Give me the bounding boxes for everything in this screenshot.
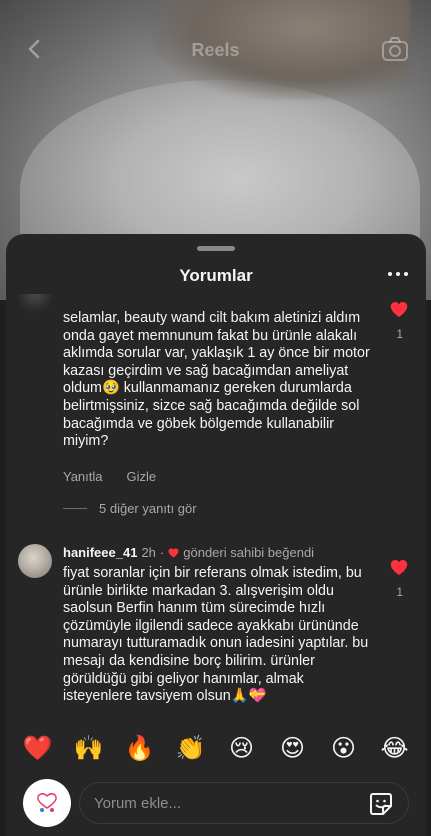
avatar[interactable] bbox=[18, 294, 52, 314]
camera-icon[interactable] bbox=[381, 36, 409, 62]
heart-filled-icon[interactable] bbox=[390, 301, 408, 318]
emoji-heart[interactable]: ❤️ bbox=[18, 734, 58, 762]
emoji-raised-hands[interactable]: 🙌 bbox=[69, 734, 109, 762]
comment-input-row bbox=[6, 779, 426, 829]
emoji-surprised[interactable]: 😮 bbox=[324, 734, 364, 762]
emoji-fire[interactable]: 🔥 bbox=[120, 734, 160, 762]
emoji-laughing[interactable]: 😂 bbox=[375, 734, 415, 762]
comment-actions: Yanıtla Gizle bbox=[63, 469, 156, 484]
comments-sheet: Yorumlar selamlar, beauty wand cilt bakı… bbox=[6, 234, 426, 836]
meta-separator: · bbox=[159, 545, 165, 560]
view-more-replies-label[interactable]: 5 diğer yanıtı gör bbox=[99, 501, 197, 516]
emoji-clapping[interactable]: 👏 bbox=[171, 734, 211, 762]
sheet-drag-handle[interactable] bbox=[197, 246, 235, 251]
view-more-replies[interactable]: 5 diğer yanıtı gör bbox=[63, 501, 197, 516]
reply-button[interactable]: Yanıtla bbox=[63, 469, 103, 484]
comment-meta: hanifeee_41 2h · gönderi sahibi beğendi bbox=[63, 545, 314, 560]
brand-logo-icon bbox=[37, 793, 57, 812]
sticker-icon[interactable] bbox=[368, 791, 394, 817]
emoji-reaction-bar: ❤️ 🙌 🔥 👏 😢 😍 😮 😂 bbox=[6, 729, 426, 767]
small-heart-icon bbox=[168, 547, 179, 558]
reel-top-bar: Reels bbox=[0, 28, 431, 72]
like-count: 1 bbox=[396, 327, 403, 341]
hide-button[interactable]: Gizle bbox=[127, 469, 157, 484]
replies-divider-line bbox=[63, 508, 87, 509]
avatar[interactable] bbox=[18, 544, 52, 578]
like-count: 1 bbox=[396, 585, 403, 599]
emoji-heart-eyes[interactable]: 😍 bbox=[273, 734, 313, 762]
comment-text: fiyat soranlar için bir referans olmak i… bbox=[63, 565, 369, 705]
reel-title: Reels bbox=[191, 40, 240, 60]
creator-liked-label: gönderi sahibi beğendi bbox=[183, 545, 315, 560]
comments-list[interactable]: selamlar, beauty wand cilt bakım aletini… bbox=[6, 294, 426, 719]
emoji-crying[interactable]: 😢 bbox=[222, 734, 262, 762]
sheet-title: Yorumlar bbox=[179, 266, 253, 285]
more-options-icon[interactable] bbox=[388, 272, 408, 278]
my-avatar bbox=[23, 779, 71, 827]
comment-time: 2h bbox=[141, 545, 156, 560]
comment-text: selamlar, beauty wand cilt bakım aletini… bbox=[63, 310, 370, 450]
heart-filled-icon[interactable] bbox=[390, 559, 408, 576]
comment-username[interactable]: hanifeee_41 bbox=[63, 545, 137, 560]
comment-input[interactable] bbox=[79, 782, 409, 824]
